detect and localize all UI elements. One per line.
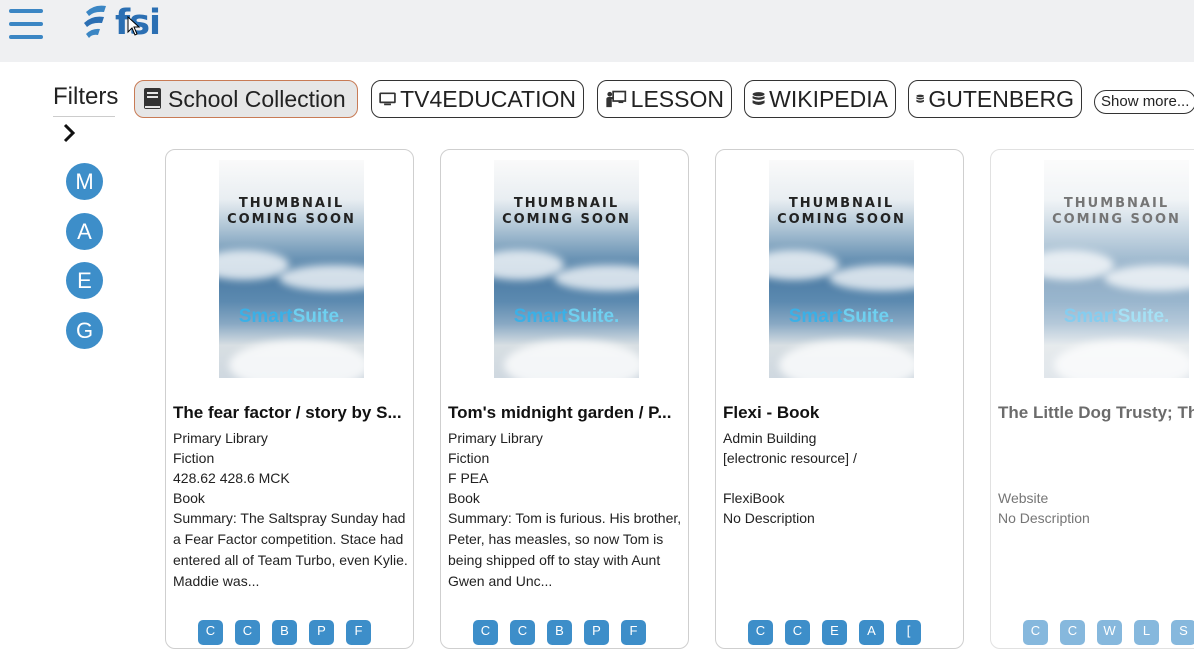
database-icon	[752, 92, 765, 105]
filter-chip-school-collection[interactable]: School Collection	[134, 80, 358, 118]
tag-badge[interactable]: F	[621, 620, 646, 645]
tag-badge[interactable]: C	[198, 620, 223, 645]
filter-chip-wikipedia[interactable]: WIKIPEDIA	[744, 80, 896, 118]
card-location	[998, 428, 1194, 448]
card-type: FlexiBook	[723, 490, 785, 506]
tag-badge[interactable]: A	[859, 620, 884, 645]
resource-card[interactable]: THUMBNAIL COMING SOON SmartSuite. The fea…	[165, 149, 414, 649]
tag-badge[interactable]: S	[1171, 620, 1194, 645]
smartsuite-logo-text: SmartSuite.	[788, 306, 895, 327]
thumbnail-caption: THUMBNAIL COMING SOON	[1052, 196, 1181, 227]
card-genre: Fiction	[173, 450, 215, 466]
letter-filter-a[interactable]: A	[66, 213, 103, 250]
tag-badge[interactable]: C	[748, 620, 773, 645]
card-format: [electronic resource] /	[723, 450, 857, 466]
card-summary: Summary: Tom is furious. His brother, Pe…	[448, 510, 682, 589]
filter-chip-label: TV4EDUCATION	[400, 85, 576, 112]
card-details: Primary Library Fiction 428.62 428.6 MCK…	[173, 428, 409, 592]
top-bar: fsi	[0, 0, 1194, 62]
card-location: Primary Library	[173, 430, 268, 446]
tag-badge[interactable]: F	[346, 620, 371, 645]
letter-filter-g[interactable]: G	[66, 312, 103, 349]
tag-badge[interactable]: C	[235, 620, 260, 645]
card-type: Book	[173, 490, 205, 506]
smartsuite-logo-text: SmartSuite.	[238, 306, 345, 327]
tag-badge[interactable]: B	[547, 620, 572, 645]
book-icon	[144, 88, 161, 109]
card-details: Website No Description	[998, 428, 1194, 528]
card-title[interactable]: Flexi - Book	[723, 403, 959, 423]
resource-card[interactable]: THUMBNAIL COMING SOON SmartSuite. Tom's m…	[440, 149, 689, 649]
tag-badge[interactable]: W	[1097, 620, 1122, 645]
tag-badge[interactable]: C	[1023, 620, 1048, 645]
thumbnail-image: THUMBNAIL COMING SOON SmartSuite.	[494, 160, 639, 378]
mouse-cursor-icon	[127, 16, 141, 36]
filter-chip-tv4education[interactable]: TV4EDUCATION	[371, 80, 584, 118]
tag-badge[interactable]: E	[822, 620, 847, 645]
card-genre: Fiction	[448, 450, 490, 466]
thumbnail-image: THUMBNAIL COMING SOON SmartSuite.	[769, 160, 914, 378]
tag-badge[interactable]: C	[510, 620, 535, 645]
hamburger-menu-icon[interactable]	[9, 9, 43, 39]
filters-underline	[53, 116, 115, 117]
card-title[interactable]: The fear factor / story by S...	[173, 403, 409, 423]
letter-filter-e[interactable]: E	[66, 262, 103, 299]
filter-chip-gutenberg[interactable]: GUTENBERG	[908, 80, 1082, 118]
filter-chip-label: GUTENBERG	[928, 85, 1074, 112]
card-summary: Summary: The Saltspray Sunday had a Fear…	[173, 510, 408, 589]
card-title[interactable]: The Little Dog Trusty; Th	[998, 403, 1194, 423]
tag-badge[interactable]: B	[272, 620, 297, 645]
thumbnail-caption: THUMBNAIL COMING SOON	[777, 196, 906, 227]
filter-chip-label: School Collection	[168, 85, 346, 112]
card-call-number: 428.62 428.6 MCK	[173, 470, 290, 486]
resource-card[interactable]: THUMBNAIL COMING SOON SmartSuite. The Lit…	[990, 149, 1194, 649]
card-details: Admin Building [electronic resource] / F…	[723, 428, 959, 528]
card-genre	[998, 448, 1194, 468]
tag-badge[interactable]: L	[1134, 620, 1159, 645]
tag-badge[interactable]: C	[785, 620, 810, 645]
card-tags: C C E A [	[748, 620, 921, 645]
letter-filter-m[interactable]: M	[66, 163, 103, 200]
tag-badge[interactable]: [	[896, 620, 921, 645]
database-icon	[916, 94, 924, 103]
resource-card[interactable]: THUMBNAIL COMING SOON SmartSuite. Flexi -…	[715, 149, 964, 649]
tag-badge[interactable]: C	[1060, 620, 1085, 645]
card-description: No Description	[723, 510, 815, 526]
filter-chip-lesson[interactable]: LESSON	[597, 80, 732, 118]
card-location: Admin Building	[723, 430, 817, 446]
thumbnail-caption: THUMBNAIL COMING SOON	[502, 196, 631, 227]
thumbnail-image: THUMBNAIL COMING SOON SmartSuite.	[219, 160, 364, 378]
card-tags: C C W L S	[1023, 620, 1194, 645]
card-call-number	[998, 468, 1194, 488]
card-type: Book	[448, 490, 480, 506]
card-call-number	[723, 468, 959, 488]
filter-chip-label: LESSON	[630, 85, 724, 112]
smartsuite-logo-text: SmartSuite.	[513, 306, 620, 327]
card-details: Primary Library Fiction F PEA Book Summa…	[448, 428, 684, 592]
tag-badge[interactable]: C	[473, 620, 498, 645]
show-more-button[interactable]: Show more...	[1094, 90, 1194, 114]
card-call-number: F PEA	[448, 470, 489, 486]
tag-badge[interactable]: P	[584, 620, 609, 645]
smartsuite-logo-text: SmartSuite.	[1063, 306, 1170, 327]
chevron-right-icon[interactable]	[60, 122, 80, 144]
tag-badge[interactable]: P	[309, 620, 334, 645]
card-description: No Description	[998, 510, 1090, 526]
filters-label: Filters	[53, 83, 119, 110]
card-tags: C C B P F	[473, 620, 646, 645]
card-title[interactable]: Tom's midnight garden / P...	[448, 403, 684, 423]
card-type: Website	[998, 490, 1049, 506]
thumbnail-image: THUMBNAIL COMING SOON SmartSuite.	[1044, 160, 1189, 378]
card-tags: C C B P F	[198, 620, 371, 645]
thumbnail-caption: THUMBNAIL COMING SOON	[227, 196, 356, 227]
monitor-icon	[379, 92, 396, 106]
filter-chip-label: WIKIPEDIA	[769, 85, 888, 112]
teacher-board-icon	[606, 90, 627, 108]
card-location: Primary Library	[448, 430, 543, 446]
